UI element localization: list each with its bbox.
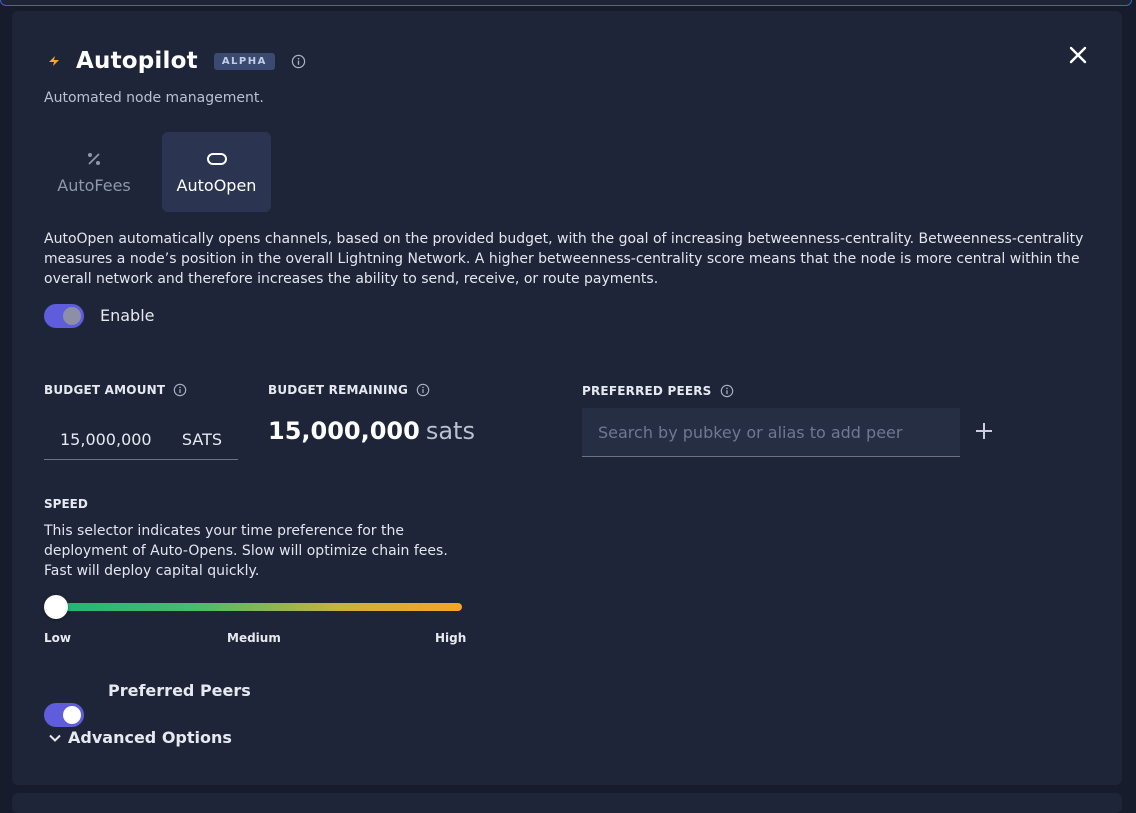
info-icon[interactable] — [416, 383, 430, 397]
preferred-peers-label-text: PREFERRED PEERS — [582, 384, 712, 398]
link-icon — [206, 150, 228, 168]
percent-icon — [86, 150, 102, 168]
tab-label: AutoOpen — [176, 176, 257, 195]
next-card-edge — [12, 793, 1122, 813]
budget-remaining-amount: 15,000,000 — [268, 417, 420, 445]
toggle-knob — [63, 706, 81, 724]
add-peer-plus-icon[interactable] — [973, 420, 995, 442]
preferred-peers-toggle-label: Preferred Peers — [108, 681, 251, 700]
autopilot-panel: Autopilot ALPHA Automated node managemen… — [12, 11, 1122, 785]
close-icon[interactable] — [1068, 45, 1088, 65]
speed-slider-track[interactable] — [56, 603, 462, 611]
budget-unit: SATS — [181, 429, 222, 449]
speed-medium-label: Medium — [227, 631, 281, 645]
budget-remaining-label-text: BUDGET REMAINING — [268, 383, 408, 397]
budget-amount-value: 15,000,000 — [60, 429, 152, 449]
budget-remaining-value: 15,000,000 sats — [268, 417, 475, 445]
speed-low-label: Low — [44, 631, 71, 645]
tab-autofees[interactable]: AutoFees — [44, 132, 144, 212]
enable-label: Enable — [100, 306, 155, 325]
page-title: Autopilot — [76, 48, 198, 74]
budget-amount-label-text: BUDGET AMOUNT — [44, 383, 166, 397]
alpha-badge: ALPHA — [213, 52, 275, 70]
tab-autoopen[interactable]: AutoOpen — [162, 132, 271, 212]
speed-description: This selector indicates your time prefer… — [44, 523, 448, 579]
speed-high-label: High — [435, 631, 467, 645]
info-icon[interactable] — [720, 384, 734, 398]
budget-remaining-label: BUDGET REMAINING — [268, 383, 430, 397]
peer-search-placeholder: Search by pubkey or alias to add peer — [598, 422, 903, 442]
panel-header: Autopilot ALPHA — [46, 43, 306, 79]
tab-label: AutoFees — [57, 176, 131, 195]
speed-label: SPEED — [44, 497, 88, 511]
chevron-down-icon — [48, 731, 62, 745]
advanced-options-toggle[interactable]: Advanced Options — [48, 728, 232, 747]
info-icon[interactable] — [173, 383, 187, 397]
speed-slider-handle[interactable] — [44, 595, 68, 619]
panel-subtitle: Automated node management. — [44, 90, 264, 106]
peer-search-input[interactable]: Search by pubkey or alias to add peer — [582, 408, 960, 457]
lightning-bolt-icon — [46, 53, 62, 69]
info-icon[interactable] — [291, 54, 306, 69]
toggle-knob — [63, 307, 81, 325]
preferred-peers-toggle[interactable] — [44, 703, 84, 727]
advanced-options-label: Advanced Options — [68, 728, 232, 747]
previous-card-edge — [0, 0, 1132, 6]
budget-remaining-unit: sats — [425, 417, 475, 445]
budget-amount-input[interactable]: 15,000,000 SATS — [44, 419, 238, 460]
autoopen-description: AutoOpen automatically opens channels, b… — [44, 231, 1084, 287]
budget-amount-label: BUDGET AMOUNT — [44, 383, 187, 397]
enable-toggle[interactable] — [44, 304, 84, 328]
preferred-peers-label: PREFERRED PEERS — [582, 384, 734, 398]
